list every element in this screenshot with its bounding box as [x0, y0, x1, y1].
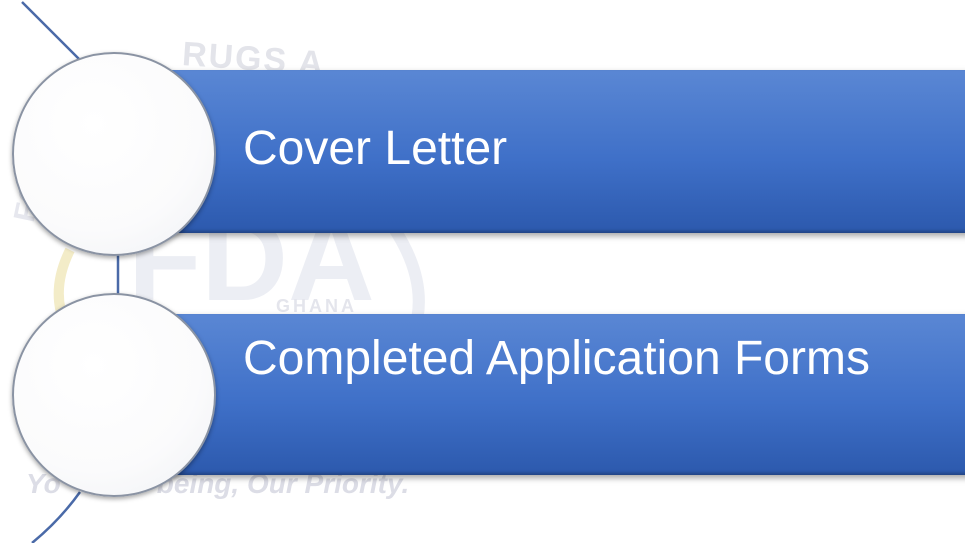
- list-item-circle: [12, 293, 216, 497]
- list-item-bar: Cover Letter: [125, 70, 965, 233]
- slide: FDA RUGS A FO GHANA Yobeing, Our Priorit…: [0, 0, 965, 543]
- list-item-label: Cover Letter: [243, 122, 508, 175]
- list-item-label: Completed Application Forms: [243, 332, 870, 385]
- list-item-circle: [12, 52, 216, 256]
- list-item-bar: Completed Application Forms: [125, 314, 965, 475]
